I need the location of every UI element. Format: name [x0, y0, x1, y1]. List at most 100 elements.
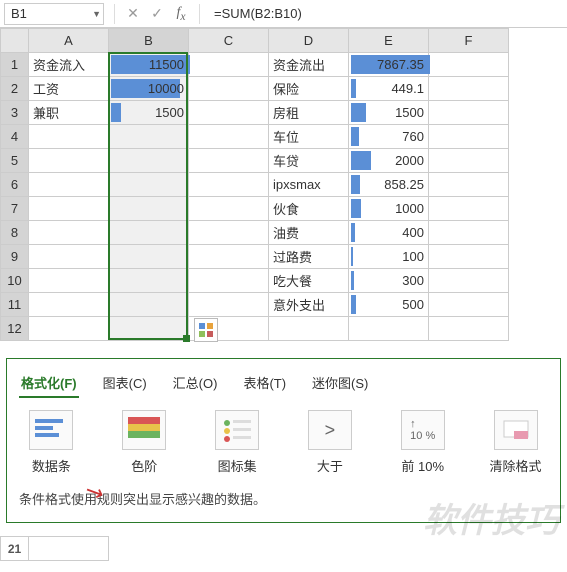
- col-header-D[interactable]: D: [269, 29, 349, 53]
- cell-E7[interactable]: 1000: [349, 197, 429, 221]
- row-header-10[interactable]: 10: [1, 269, 29, 293]
- cell-E5[interactable]: 2000: [349, 149, 429, 173]
- cell-C9[interactable]: [189, 245, 269, 269]
- cell-C2[interactable]: [189, 77, 269, 101]
- cell-B6[interactable]: [109, 173, 189, 197]
- col-header-E[interactable]: E: [349, 29, 429, 53]
- cell-A7[interactable]: [29, 197, 109, 221]
- tab-表格(T)[interactable]: 表格(T): [241, 369, 288, 398]
- cell-F8[interactable]: [429, 221, 509, 245]
- cell-F7[interactable]: [429, 197, 509, 221]
- chevron-down-icon[interactable]: ▼: [92, 9, 101, 19]
- cell-B7[interactable]: [109, 197, 189, 221]
- cell-C6[interactable]: [189, 173, 269, 197]
- cell-F12[interactable]: [429, 317, 509, 341]
- cell-F3[interactable]: [429, 101, 509, 125]
- cell-C5[interactable]: [189, 149, 269, 173]
- cell-D2[interactable]: 保险: [269, 77, 349, 101]
- row-header-6[interactable]: 6: [1, 173, 29, 197]
- cell-B11[interactable]: [109, 293, 189, 317]
- cell-A12[interactable]: [29, 317, 109, 341]
- cancel-icon[interactable]: ✕: [121, 5, 145, 22]
- tab-迷你图(S)[interactable]: 迷你图(S): [310, 369, 370, 398]
- row-header-9[interactable]: 9: [1, 245, 29, 269]
- confirm-icon[interactable]: ✓: [145, 5, 169, 22]
- row-header-11[interactable]: 11: [1, 293, 29, 317]
- quick-analysis-button[interactable]: [194, 318, 218, 342]
- row-header-5[interactable]: 5: [1, 149, 29, 173]
- cell-C1[interactable]: [189, 53, 269, 77]
- cell-D10[interactable]: 吃大餐: [269, 269, 349, 293]
- cell-C7[interactable]: [189, 197, 269, 221]
- col-header-F[interactable]: F: [429, 29, 509, 53]
- fx-icon[interactable]: fx: [169, 5, 193, 23]
- cell-E3[interactable]: 1500: [349, 101, 429, 125]
- cell-B12[interactable]: [109, 317, 189, 341]
- cell-A9[interactable]: [29, 245, 109, 269]
- tab-图表(C)[interactable]: 图表(C): [101, 369, 149, 398]
- cell-D12[interactable]: [269, 317, 349, 341]
- cell-C4[interactable]: [189, 125, 269, 149]
- cell-A1[interactable]: 资金流入: [29, 53, 109, 77]
- cell-C8[interactable]: [189, 221, 269, 245]
- cell-B2[interactable]: 10000: [109, 77, 189, 101]
- cell-D7[interactable]: 伙食: [269, 197, 349, 221]
- cell-B9[interactable]: [109, 245, 189, 269]
- cell-B1[interactable]: 11500: [109, 53, 189, 77]
- tab-汇总(O)[interactable]: 汇总(O): [171, 369, 220, 398]
- select-all-corner[interactable]: [1, 29, 29, 53]
- col-header-C[interactable]: C: [189, 29, 269, 53]
- cell-F5[interactable]: [429, 149, 509, 173]
- cell-B4[interactable]: [109, 125, 189, 149]
- cell-A8[interactable]: [29, 221, 109, 245]
- row-header-12[interactable]: 12: [1, 317, 29, 341]
- option-top10[interactable]: ↑10 %前 10%: [390, 410, 455, 475]
- cell-D5[interactable]: 车贷: [269, 149, 349, 173]
- cell-D8[interactable]: 油费: [269, 221, 349, 245]
- cell-F6[interactable]: [429, 173, 509, 197]
- row-header-3[interactable]: 3: [1, 101, 29, 125]
- cell-D1[interactable]: 资金流出: [269, 53, 349, 77]
- option-colorscale[interactable]: 色阶: [112, 410, 177, 475]
- row-header-4[interactable]: 4: [1, 125, 29, 149]
- row-header-8[interactable]: 8: [1, 221, 29, 245]
- row-header-7[interactable]: 7: [1, 197, 29, 221]
- cell-D4[interactable]: 车位: [269, 125, 349, 149]
- cell-F9[interactable]: [429, 245, 509, 269]
- cell-F1[interactable]: [429, 53, 509, 77]
- cell-F2[interactable]: [429, 77, 509, 101]
- cell-E6[interactable]: 858.25: [349, 173, 429, 197]
- option-databar[interactable]: 数据条: [19, 410, 84, 475]
- cell[interactable]: [29, 537, 109, 561]
- cell-E4[interactable]: 760: [349, 125, 429, 149]
- option-iconset[interactable]: 图标集: [205, 410, 270, 475]
- cell-E12[interactable]: [349, 317, 429, 341]
- cell-E11[interactable]: 500: [349, 293, 429, 317]
- cell-F4[interactable]: [429, 125, 509, 149]
- cell-B10[interactable]: [109, 269, 189, 293]
- cell-E8[interactable]: 400: [349, 221, 429, 245]
- cell-A6[interactable]: [29, 173, 109, 197]
- cell-D6[interactable]: ipxsmax: [269, 173, 349, 197]
- cell-F11[interactable]: [429, 293, 509, 317]
- row-header-2[interactable]: 2: [1, 77, 29, 101]
- name-box[interactable]: B1 ▼: [4, 3, 104, 25]
- option-greater[interactable]: >大于: [297, 410, 362, 475]
- cell-E2[interactable]: 449.1: [349, 77, 429, 101]
- cell-C11[interactable]: [189, 293, 269, 317]
- cell-A10[interactable]: [29, 269, 109, 293]
- cell-C3[interactable]: [189, 101, 269, 125]
- cell-B5[interactable]: [109, 149, 189, 173]
- cell-D11[interactable]: 意外支出: [269, 293, 349, 317]
- cell-C10[interactable]: [189, 269, 269, 293]
- tab-格式化(F)[interactable]: 格式化(F): [19, 369, 79, 398]
- cell-A4[interactable]: [29, 125, 109, 149]
- row-header-1[interactable]: 1: [1, 53, 29, 77]
- cell-D9[interactable]: 过路费: [269, 245, 349, 269]
- col-header-B[interactable]: B: [109, 29, 189, 53]
- cell-A3[interactable]: 兼职: [29, 101, 109, 125]
- cell-A11[interactable]: [29, 293, 109, 317]
- option-clear[interactable]: 清除格式: [483, 410, 548, 475]
- formula-input[interactable]: =SUM(B2:B10): [206, 6, 567, 21]
- cell-D3[interactable]: 房租: [269, 101, 349, 125]
